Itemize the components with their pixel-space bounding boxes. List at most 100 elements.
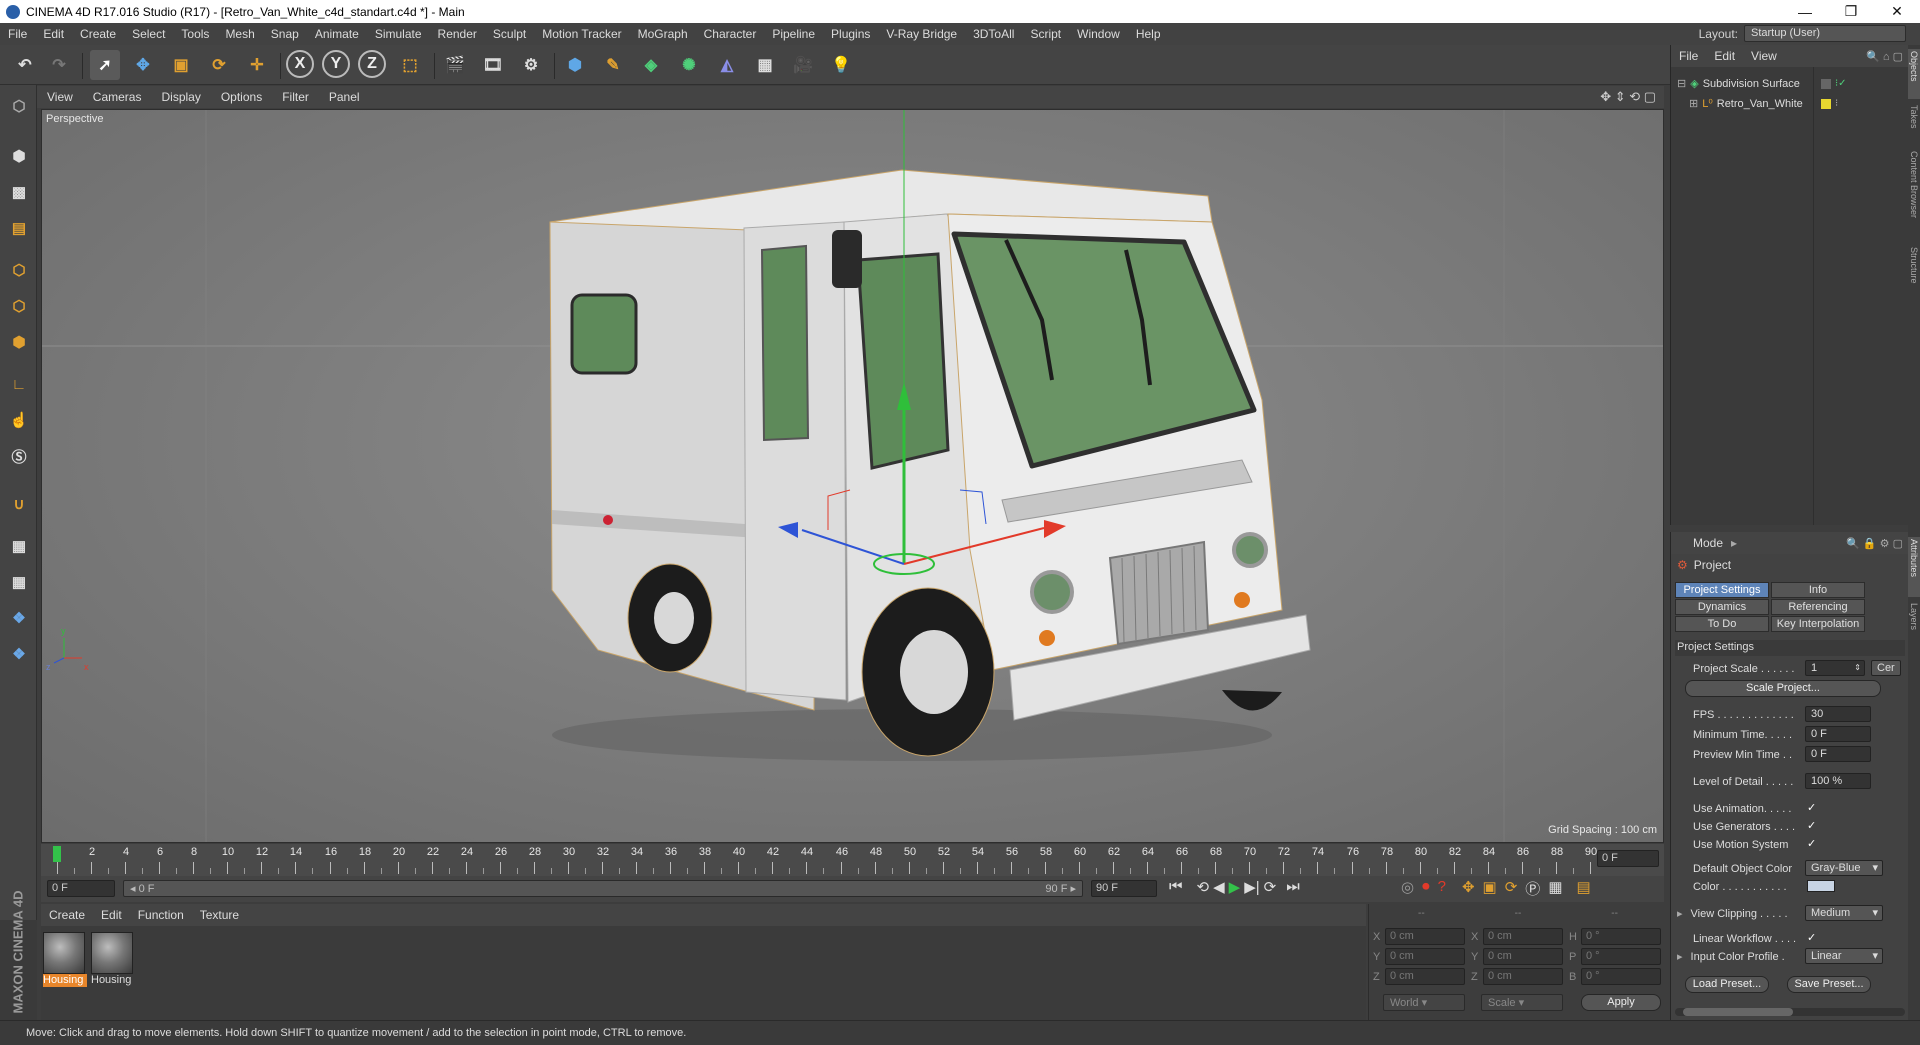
render-picture-viewer-icon[interactable]: 🎞 — [478, 50, 508, 80]
load-preset-button[interactable]: Load Preset... — [1685, 976, 1769, 993]
size-y-field[interactable]: 0 cm — [1483, 948, 1563, 965]
menu-snap[interactable]: Snap — [263, 27, 307, 41]
rotation-h-field[interactable]: 0 ° — [1581, 928, 1661, 945]
material-menu-texture[interactable]: Texture — [192, 908, 247, 922]
tab-content-browser[interactable]: Content Browser — [1908, 149, 1920, 239]
move-tool-icon[interactable]: ✥ — [128, 50, 158, 80]
object-manager-tools-icons[interactable]: 🔍 ⌂ ▢ — [1866, 50, 1903, 63]
deformer-icon[interactable]: ◭ — [712, 50, 742, 80]
render-view-icon[interactable]: 🎬 — [440, 50, 470, 80]
size-x-field[interactable]: 0 cm — [1483, 928, 1563, 945]
material-menu-edit[interactable]: Edit — [93, 908, 130, 922]
timeline-window-icon[interactable]: ▤ — [1577, 878, 1591, 899]
preview-range-slider[interactable]: ◂ 0 F 90 F ▸ — [123, 880, 1083, 897]
object-menu-edit[interactable]: Edit — [1706, 49, 1743, 63]
restore-button[interactable]: ❐ — [1828, 0, 1874, 23]
key-rotation-icon[interactable]: ⟳ — [1505, 878, 1518, 899]
timeline-ruler[interactable]: 0246810121416182022242628303234363840424… — [41, 844, 1664, 876]
apply-button[interactable]: Apply — [1581, 994, 1661, 1011]
timeline-playhead[interactable] — [53, 846, 61, 862]
model-mode-icon[interactable]: ⬢ — [4, 141, 34, 171]
solo-mode-icon[interactable]: Ⓢ — [4, 441, 34, 471]
camera-icon[interactable]: 🎥 — [788, 50, 818, 80]
menu-script[interactable]: Script — [1022, 27, 1069, 41]
visibility-dots-icon[interactable]: ⁝ — [1835, 98, 1838, 109]
use-animation-checkbox[interactable]: ✓ — [1807, 802, 1819, 814]
render-settings-icon[interactable]: ⚙ — [516, 50, 546, 80]
menu-vray-bridge[interactable]: V-Ray Bridge — [878, 27, 965, 41]
key-parameter-icon[interactable]: Ⓟ — [1525, 878, 1540, 899]
cube-primitive-icon[interactable]: ⬢ — [560, 50, 590, 80]
tab-info[interactable]: Info — [1771, 582, 1865, 598]
material-swatch[interactable]: Housing — [91, 932, 135, 986]
python-script-2-icon[interactable]: ❖ — [4, 639, 34, 669]
live-selection-icon[interactable]: ➚ — [90, 50, 120, 80]
menu-tools[interactable]: Tools — [173, 27, 217, 41]
redo-icon[interactable]: ↷ — [44, 50, 74, 80]
keyframe-selection-icon[interactable]: ◎ — [1401, 878, 1414, 899]
attribute-tools-icons[interactable]: 🔍 🔒 ⚙ ▢ — [1846, 537, 1903, 550]
use-motion-system-checkbox[interactable]: ✓ — [1807, 838, 1819, 850]
save-preset-button[interactable]: Save Preset... — [1787, 976, 1871, 993]
menu-mograph[interactable]: MoGraph — [630, 27, 696, 41]
object-row[interactable]: ⊟ ◈ Subdivision Surface ⁝✓ — [1671, 75, 1909, 92]
menu-simulate[interactable]: Simulate — [367, 27, 430, 41]
view-clipping-dropdown[interactable]: Medium ▾ — [1805, 905, 1883, 921]
menu-animate[interactable]: Animate — [307, 27, 367, 41]
object-row[interactable]: ⊞ L⁰ Retro_Van_White ⁝ — [1671, 95, 1909, 112]
go-to-end-icon[interactable]: ⏭ — [1286, 878, 1300, 896]
rotation-b-field[interactable]: 0 ° — [1581, 968, 1661, 985]
menu-motion-tracker[interactable]: Motion Tracker — [534, 27, 629, 41]
edges-mode-icon[interactable]: ⬡ — [4, 291, 34, 321]
snapping-icon[interactable]: ∪ — [4, 489, 34, 519]
fps-field[interactable]: 30 — [1805, 706, 1871, 722]
record-active-icon[interactable]: ⏺ — [1422, 878, 1430, 899]
transform-tool-icon[interactable]: ✛ — [242, 50, 272, 80]
attribute-horizontal-scrollbar[interactable] — [1675, 1008, 1905, 1016]
color-swatch[interactable] — [1807, 880, 1835, 892]
use-generators-checkbox[interactable]: ✓ — [1807, 820, 1819, 832]
input-color-profile-dropdown[interactable]: Linear ▾ — [1805, 948, 1883, 964]
undo-icon[interactable]: ↶ — [10, 50, 40, 80]
layout-dropdown[interactable]: Startup (User) — [1744, 25, 1906, 42]
tab-project-settings[interactable]: Project Settings — [1675, 582, 1769, 598]
project-scale-unit-dropdown[interactable]: Cer — [1871, 660, 1901, 676]
position-z-field[interactable]: 0 cm — [1385, 968, 1465, 985]
planar-workplane-icon[interactable]: ▦ — [4, 567, 34, 597]
viewport-menu-panel[interactable]: Panel — [319, 90, 370, 104]
menu-sculpt[interactable]: Sculpt — [485, 27, 534, 41]
menu-character[interactable]: Character — [696, 27, 765, 41]
size-z-field[interactable]: 0 cm — [1483, 968, 1563, 985]
tab-key-interpolation[interactable]: Key Interpolation — [1771, 616, 1865, 632]
project-scale-field[interactable]: 1 ⇕ — [1805, 660, 1865, 676]
3d-viewport[interactable]: Perspective y z x Grid Spacing: 100 cm — [41, 109, 1664, 843]
tab-structure[interactable]: Structure — [1908, 245, 1920, 305]
collapse-toggle-icon[interactable]: ⊟ — [1677, 77, 1686, 90]
expand-toggle-icon[interactable]: ⊞ — [1689, 97, 1698, 110]
viewport-menu-cameras[interactable]: Cameras — [83, 90, 152, 104]
position-x-field[interactable]: 0 cm — [1385, 928, 1465, 945]
default-object-color-dropdown[interactable]: Gray-Blue ▾ — [1805, 860, 1883, 876]
expand-arrow-icon[interactable]: ▸ — [1677, 950, 1683, 963]
material-menu-create[interactable]: Create — [41, 908, 93, 922]
expand-arrow-icon[interactable]: ▸ — [1677, 907, 1683, 920]
menu-window[interactable]: Window — [1069, 27, 1128, 41]
key-scale-icon[interactable]: ▣ — [1483, 878, 1497, 899]
coordinate-mode-dropdown[interactable]: Scale ▾ — [1481, 994, 1563, 1011]
rotate-tool-icon[interactable]: ⟳ — [204, 50, 234, 80]
key-pla-icon[interactable]: ▦ — [1548, 878, 1562, 899]
enabled-check-icon[interactable]: ⁝✓ — [1835, 78, 1847, 89]
menu-help[interactable]: Help — [1128, 27, 1169, 41]
tab-dynamics[interactable]: Dynamics — [1675, 599, 1769, 615]
viewport-menu-view[interactable]: View — [37, 90, 83, 104]
go-to-start-icon[interactable]: ⏮ — [1169, 878, 1183, 896]
next-key-icon[interactable]: ⟳ — [1264, 878, 1277, 896]
coordinate-system-icon[interactable]: ⬚ — [395, 50, 425, 80]
subdivision-surface-icon[interactable]: ◈ — [636, 50, 666, 80]
linear-workflow-checkbox[interactable]: ✓ — [1807, 932, 1819, 944]
viewport-menu-options[interactable]: Options — [211, 90, 272, 104]
coordinate-space-dropdown[interactable]: World ▾ — [1383, 994, 1465, 1011]
light-icon[interactable]: 💡 — [826, 50, 856, 80]
level-of-detail-field[interactable]: 100 % — [1805, 773, 1871, 789]
tab-attributes[interactable]: Attributes — [1908, 537, 1920, 597]
